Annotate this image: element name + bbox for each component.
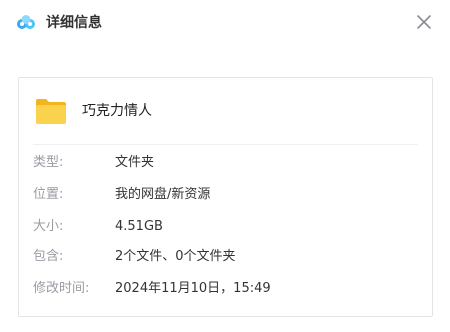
- details-card: 巧克力情人 类型: 文件夹 位置: 我的网盘/新资源 大小: 4.51GB 包含…: [18, 77, 433, 317]
- type-label: 类型:: [33, 155, 64, 170]
- dialog-title: 详细信息: [46, 15, 102, 31]
- folder-icon: [36, 99, 66, 124]
- detail-row-contains: 包含: 2个文件、0个文件夹: [33, 247, 418, 267]
- detail-row-location: 位置: 我的网盘/新资源: [33, 185, 418, 205]
- modified-label: 修改时间:: [33, 281, 90, 296]
- contains-label: 包含:: [33, 249, 64, 264]
- file-name: 巧克力情人: [82, 103, 152, 119]
- modified-value: 2024年11月10日，15:49: [115, 281, 271, 296]
- close-icon[interactable]: [414, 12, 434, 32]
- type-value: 文件夹: [115, 155, 155, 170]
- contains-value: 2个文件、0个文件夹: [115, 249, 236, 264]
- detail-row-type: 类型: 文件夹: [33, 153, 418, 173]
- location-label: 位置:: [33, 187, 64, 202]
- detail-row-modified: 修改时间: 2024年11月10日，15:49: [33, 279, 418, 299]
- size-label: 大小:: [33, 219, 64, 234]
- divider: [33, 144, 418, 145]
- baidu-netdisk-logo-icon: [17, 15, 35, 29]
- location-value: 我的网盘/新资源: [115, 187, 211, 202]
- title-bar: 详细信息: [0, 0, 450, 46]
- detail-row-size: 大小: 4.51GB: [33, 217, 418, 237]
- size-value: 4.51GB: [115, 219, 163, 234]
